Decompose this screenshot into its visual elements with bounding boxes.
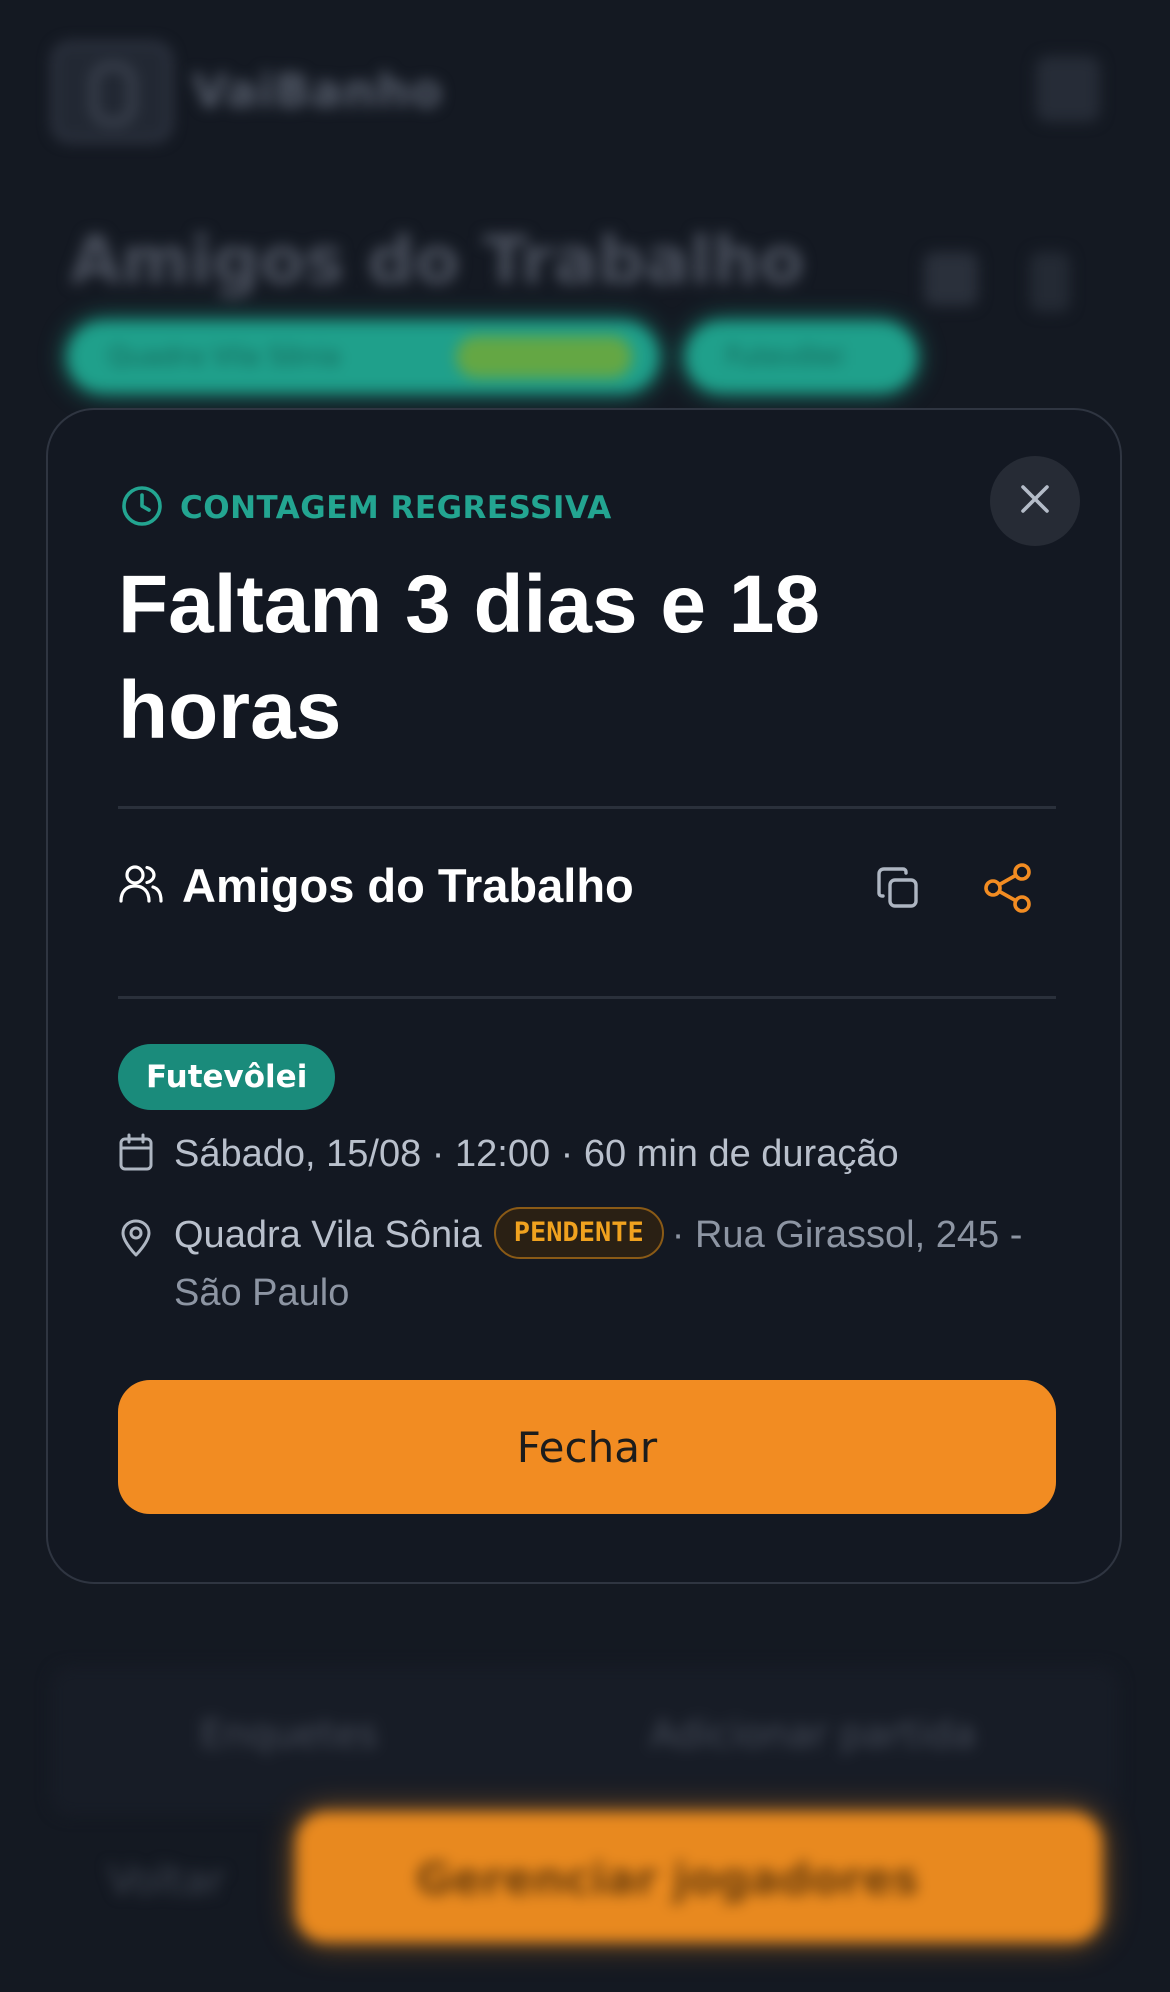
venue-status-badge: PENDENTE [493, 1206, 664, 1259]
calendar-icon [118, 1132, 154, 1176]
group-name: Amigos do Trabalho [182, 859, 634, 912]
menu-icon [1036, 56, 1100, 122]
background-chip-status [456, 336, 632, 378]
countdown-headline: Faltam 3 dias e 18 horas [118, 559, 820, 756]
countdown-modal: CONTAGEM REGRESSIVA Faltam 3 dias e 18 h… [46, 408, 1122, 1584]
background-cta-label: Gerenciar jogadores [416, 1854, 919, 1905]
copy-icon [875, 865, 921, 915]
copy-button[interactable] [870, 862, 926, 918]
share-button[interactable] [978, 860, 1038, 920]
countdown-eyebrow: CONTAGEM REGRESSIVA [120, 484, 612, 532]
share-icon [982, 862, 1034, 918]
background-page-title: Amigos do Trabalho [70, 222, 805, 299]
countdown-eyebrow-label: CONTAGEM REGRESSIVA [180, 490, 612, 526]
users-icon [118, 861, 164, 911]
group-row: Amigos do Trabalho [118, 858, 634, 913]
date-text: Sábado, 15/08 · 12:00 · 60 min de duraçã… [174, 1132, 899, 1175]
more-icon [1030, 252, 1070, 312]
map-pin-icon [118, 1218, 154, 1262]
date-row: Sábado, 15/08 · 12:00 · 60 min de duraçã… [118, 1132, 899, 1176]
background-sport-chip: Futevôlei [686, 322, 916, 392]
edit-icon [924, 252, 978, 306]
app-logo [52, 42, 172, 142]
background-add-match-link: Adicionar partida [650, 1712, 976, 1756]
divider [118, 996, 1056, 999]
background-polls-link: Enquetes [200, 1712, 378, 1756]
clock-icon [120, 484, 164, 532]
location-text: Quadra Vila Sônia PENDENTE · Rua Girassol,… [174, 1206, 1094, 1322]
divider [118, 806, 1056, 809]
close-modal-button[interactable]: Fechar [118, 1380, 1056, 1514]
background-sport-chip-label: Futevôlei [726, 342, 844, 372]
sport-badge: Futevôlei [118, 1044, 336, 1110]
background-back-link: Voltar [108, 1858, 225, 1904]
close-button[interactable] [990, 456, 1080, 546]
background-venue-chip-label: Quadra Vila Sônia [108, 342, 341, 372]
venue-name: Quadra Vila Sônia [174, 1214, 482, 1256]
close-icon [1017, 481, 1053, 521]
background-venue-chip: Quadra Vila Sônia [68, 322, 658, 392]
background-manage-players-button: Gerenciar jogadores [296, 1812, 1102, 1942]
app-logo-text: VaiBanho [192, 64, 444, 118]
